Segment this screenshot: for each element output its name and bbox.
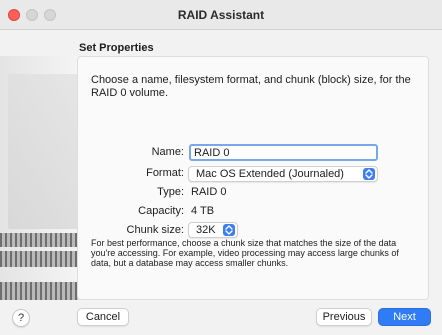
chevron-updown-icon xyxy=(223,224,235,236)
format-popup[interactable]: Mac OS Extended (Journaled) xyxy=(188,166,378,182)
name-label: Name: xyxy=(151,146,184,158)
chunk-size-value: 32K xyxy=(196,224,216,236)
raid-assistant-window: RAID Assistant Set Properties Choose a n… xyxy=(0,0,442,335)
drive-bay-2 xyxy=(0,251,78,267)
next-button[interactable]: Next xyxy=(378,308,431,326)
capacity-value: 4 TB xyxy=(191,205,215,217)
chunk-size-popup[interactable]: 32K xyxy=(188,222,238,238)
intro-text: Choose a name, filesystem format, and ch… xyxy=(91,74,411,99)
previous-button[interactable]: Previous xyxy=(316,308,372,326)
name-field[interactable] xyxy=(189,144,378,161)
cancel-button[interactable]: Cancel xyxy=(77,308,129,326)
window-title: RAID Assistant xyxy=(177,8,265,22)
chevron-updown-icon xyxy=(363,168,375,180)
format-label: Format: xyxy=(146,167,184,179)
type-label: Type: xyxy=(157,186,184,198)
drive-bay-1 xyxy=(0,233,78,247)
drive-bay-3 xyxy=(0,282,78,302)
chunk-size-label: Chunk size: xyxy=(126,224,184,236)
format-value: Mac OS Extended (Journaled) xyxy=(196,168,344,180)
type-value: RAID 0 xyxy=(191,186,227,198)
capacity-label: Capacity: xyxy=(138,205,184,217)
section-title: Set Properties xyxy=(79,42,154,54)
title-bar: RAID Assistant xyxy=(0,0,442,30)
help-button[interactable]: ? xyxy=(12,309,30,327)
button-bar xyxy=(0,300,442,335)
chunk-size-hint: For best performance, choose a chunk siz… xyxy=(91,238,399,268)
